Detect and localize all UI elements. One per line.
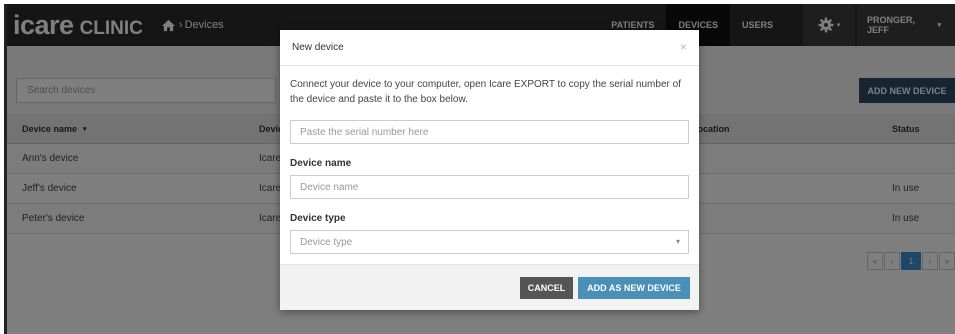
serial-number-input[interactable]: Paste the serial number here: [290, 120, 689, 144]
dialog-description: Connect your device to your computer, op…: [290, 79, 681, 105]
new-device-dialog: New device × Connect your device to your…: [280, 30, 699, 310]
dialog-body: Connect your device to your computer, op…: [280, 66, 699, 263]
close-icon[interactable]: ×: [680, 40, 687, 54]
dialog-header: New device ×: [280, 30, 699, 66]
device-name-label: Device name: [290, 158, 352, 169]
add-as-new-device-button[interactable]: ADD AS NEW DEVICE: [578, 277, 690, 299]
device-name-input[interactable]: Device name: [290, 175, 689, 199]
device-type-select[interactable]: Device type ▾: [290, 230, 689, 254]
dialog-footer: CANCEL ADD AS NEW DEVICE: [280, 264, 699, 310]
dialog-title: New device: [292, 42, 344, 53]
chevron-down-icon: ▾: [675, 237, 680, 246]
device-type-label: Device type: [290, 213, 346, 224]
app-window: icare CLINIC › Devices PATIENTS DEVICES …: [4, 4, 955, 334]
device-type-value: Device type: [300, 236, 353, 248]
cancel-button[interactable]: CANCEL: [520, 277, 573, 299]
